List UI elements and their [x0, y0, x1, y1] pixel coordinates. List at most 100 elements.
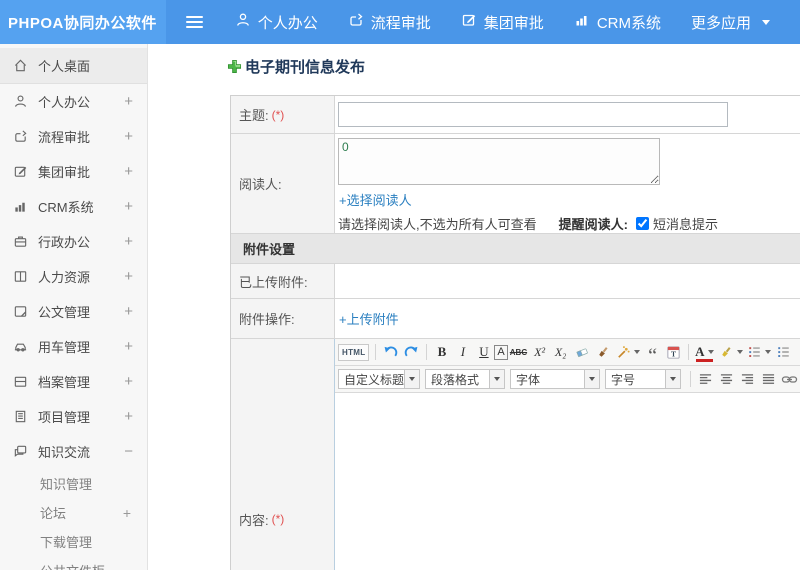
- sidebar-subitem-knowledge-mgmt[interactable]: 知识管理: [0, 469, 147, 498]
- nav-more-apps[interactable]: 更多应用: [691, 12, 770, 33]
- expand-toggle[interactable]: +: [124, 198, 133, 215]
- sidebar-item-knowledge-exchange[interactable]: 知识交流 −: [0, 434, 147, 469]
- sidebar-item-label: 集团审批: [38, 165, 91, 180]
- bold-button[interactable]: B: [431, 342, 452, 363]
- nav-crm-system[interactable]: CRM系统: [574, 12, 661, 33]
- editor-toolbar-row2: 自定义标题 段落格式 字体 字号: [335, 366, 800, 393]
- align-left-button[interactable]: [695, 369, 716, 390]
- chevron-down-icon: [762, 19, 770, 25]
- auto-typeset-wand-button[interactable]: [613, 342, 642, 363]
- strikethrough-button[interactable]: ABC: [508, 342, 529, 363]
- sidebar-subitem-label: 论坛: [40, 506, 67, 521]
- sidebar-subitem-download-mgmt[interactable]: 下载管理: [0, 527, 147, 556]
- attachment-section-header: 附件设置: [231, 234, 800, 263]
- sidebar-item-archive-mgmt[interactable]: 档案管理 +: [0, 364, 147, 399]
- chevron-down-icon: [707, 350, 714, 354]
- readers-hint: 请选择阅读人,不选为所有人可查看 提醒阅读人: 短消息提示: [338, 214, 800, 233]
- sms-remind-checkbox[interactable]: [635, 217, 649, 230]
- readers-row: 阅读人: 0 +选择阅读人 请选择阅读人,不选为所有人可查看 提醒阅读人: 短消…: [231, 134, 800, 234]
- sms-remind-label: 短消息提示: [652, 217, 718, 232]
- background-color-button[interactable]: [716, 342, 745, 363]
- align-center-button[interactable]: [716, 369, 737, 390]
- format-painter-button[interactable]: [592, 342, 613, 363]
- sidebar-item-label: 档案管理: [38, 375, 91, 390]
- rich-text-editor: HTML B I U A ABC X² X₂ “ T A 自定义标题 段落格式 …: [334, 339, 800, 570]
- sidebar-item-workflow-approval[interactable]: 流程审批 +: [0, 119, 147, 154]
- blockquote-button[interactable]: “: [642, 342, 663, 365]
- sidebar-item-hr[interactable]: 人力资源 +: [0, 259, 147, 294]
- superscript-button[interactable]: X²: [529, 342, 550, 363]
- insert-link-button[interactable]: [779, 369, 800, 390]
- sidebar: 个人桌面 个人办公 + 流程审批 + 集团审批 + CRM系统 + 行政办公 +…: [0, 44, 148, 570]
- subject-input[interactable]: [338, 102, 728, 127]
- hamburger-menu-icon[interactable]: [186, 15, 203, 29]
- page-title-text: 电子期刊信息发布: [245, 59, 366, 76]
- editor-content-area[interactable]: [335, 393, 800, 570]
- select-readers-link[interactable]: +选择阅读人: [339, 190, 800, 209]
- nav-group-approval[interactable]: 集团审批: [461, 12, 544, 33]
- top-nav: 个人办公 流程审批 集团审批 CRM系统 更多应用: [235, 12, 800, 33]
- font-size-select[interactable]: 字号: [605, 369, 681, 389]
- expand-toggle[interactable]: +: [124, 233, 133, 250]
- svg-text:T: T: [671, 349, 676, 358]
- subscript-button[interactable]: X₂: [550, 342, 571, 363]
- sidebar-subitem-public-cabinet[interactable]: 公共文件柜: [0, 556, 147, 570]
- justify-button[interactable]: [758, 369, 779, 390]
- expand-toggle[interactable]: +: [123, 505, 131, 521]
- editor-toolbar-row1: HTML B I U A ABC X² X₂ “ T A: [335, 339, 800, 366]
- italic-button[interactable]: I: [452, 342, 473, 363]
- align-right-button[interactable]: [737, 369, 758, 390]
- font-color-button[interactable]: A: [693, 342, 715, 363]
- sidebar-item-label: 个人桌面: [38, 59, 91, 74]
- expand-toggle[interactable]: +: [124, 408, 133, 425]
- sidebar-item-document-mgmt[interactable]: 公文管理 +: [0, 294, 147, 329]
- sidebar-item-personal-desktop[interactable]: 个人桌面: [0, 48, 147, 84]
- sidebar-item-admin-office[interactable]: 行政办公 +: [0, 224, 147, 259]
- publish-form: 主题: (*) 阅读人: 0 +选择阅读人 请选择阅读人,不选为所有人可查看 提…: [230, 95, 800, 570]
- sidebar-subitem-forum[interactable]: 论坛 +: [0, 498, 147, 527]
- nav-personal-office[interactable]: 个人办公: [235, 12, 318, 33]
- font-border-button[interactable]: A: [494, 344, 508, 360]
- sidebar-item-label: 项目管理: [38, 410, 91, 425]
- nav-label: 更多应用: [690, 14, 751, 32]
- paragraph-format-select[interactable]: 段落格式: [425, 369, 505, 389]
- readers-textarea[interactable]: 0: [338, 138, 660, 185]
- field-label: 已上传附件:: [231, 264, 335, 298]
- unordered-list-button[interactable]: [773, 342, 794, 363]
- font-family-select[interactable]: 字体: [510, 369, 600, 389]
- expand-toggle[interactable]: +: [124, 338, 133, 355]
- app-window: PHPOA协同办公软件 个人办公 流程审批 集团审批 CRM系统 更多应用 个人…: [0, 0, 800, 570]
- expand-toggle[interactable]: +: [124, 303, 133, 320]
- uploaded-attachments-empty: [335, 264, 800, 298]
- sidebar-item-crm[interactable]: CRM系统 +: [0, 189, 147, 224]
- expand-toggle[interactable]: +: [124, 163, 133, 180]
- car-icon: [13, 339, 29, 355]
- sidebar-item-group-approval[interactable]: 集团审批 +: [0, 154, 147, 189]
- sidebar-item-label: 流程审批: [38, 130, 91, 145]
- subject-row: 主题: (*): [231, 96, 800, 134]
- main-content: 电子期刊信息发布 主题: (*) 阅读人: 0 +选择阅读人 请选择阅读人,不选…: [149, 44, 800, 570]
- project-icon: [13, 409, 29, 425]
- sidebar-item-project-mgmt[interactable]: 项目管理 +: [0, 399, 147, 434]
- redo-button[interactable]: [401, 342, 422, 363]
- ordered-list-button[interactable]: [745, 342, 773, 363]
- sidebar-item-personal-office[interactable]: 个人办公 +: [0, 84, 147, 119]
- chevron-down-icon: [489, 370, 504, 388]
- expand-toggle[interactable]: +: [124, 93, 133, 110]
- expand-toggle[interactable]: +: [124, 128, 133, 145]
- expand-toggle[interactable]: +: [124, 373, 133, 390]
- html-source-button[interactable]: HTML: [338, 343, 370, 361]
- remove-format-eraser-button[interactable]: [571, 342, 592, 363]
- custom-title-select[interactable]: 自定义标题: [338, 369, 420, 389]
- underline-button[interactable]: U: [473, 342, 494, 363]
- upload-attachment-link[interactable]: +上传附件: [339, 309, 800, 328]
- sidebar-item-label: 人力资源: [38, 270, 91, 285]
- expand-toggle[interactable]: +: [124, 268, 133, 285]
- nav-workflow-approval[interactable]: 流程审批: [348, 12, 431, 33]
- collapse-toggle[interactable]: −: [124, 443, 133, 460]
- content-row: 内容: (*) HTML B I U A ABC X² X₂ “ T A 自定义…: [231, 339, 800, 570]
- undo-button[interactable]: [380, 342, 401, 363]
- insert-date-button[interactable]: T: [663, 342, 684, 363]
- top-bar: PHPOA协同办公软件 个人办公 流程审批 集团审批 CRM系统 更多应用: [0, 0, 800, 44]
- sidebar-item-vehicle-mgmt[interactable]: 用车管理 +: [0, 329, 147, 364]
